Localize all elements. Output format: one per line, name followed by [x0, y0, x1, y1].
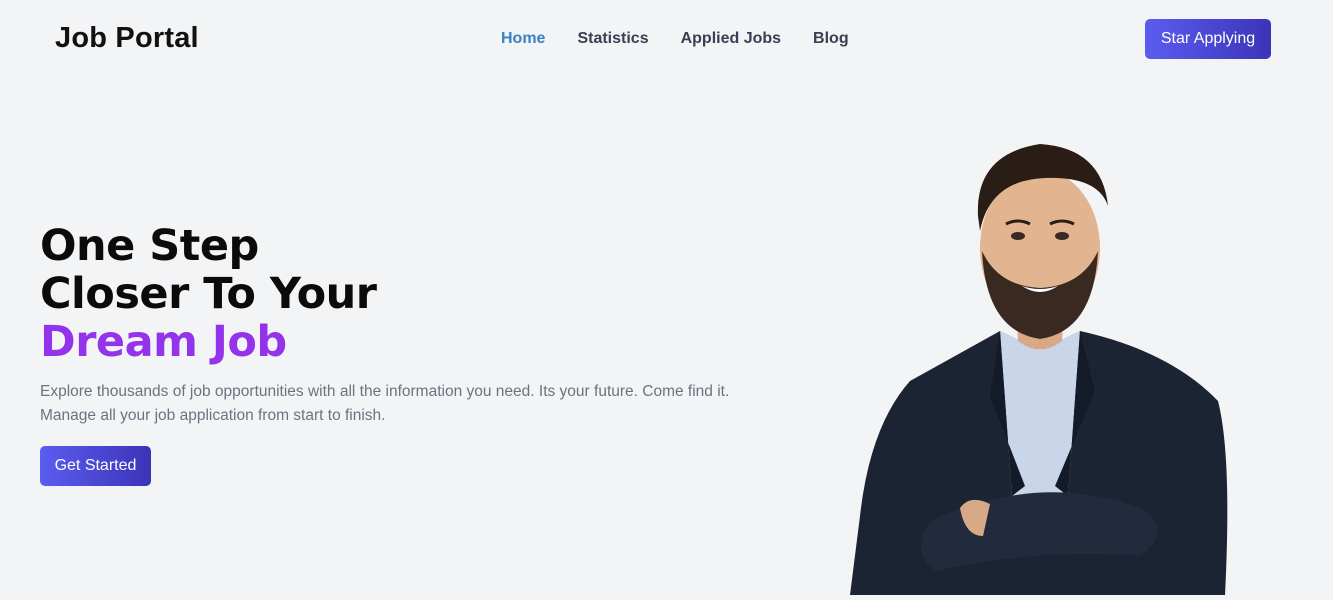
nav-link-statistics[interactable]: Statistics	[577, 30, 648, 48]
site-logo[interactable]: Job Portal	[55, 22, 199, 55]
nav-link-home[interactable]: Home	[501, 30, 545, 48]
hero-title-accent: Dream Job	[40, 317, 287, 367]
hero-section: One Step Closer To Your Dream Job Explor…	[40, 222, 760, 486]
hero-description: Explore thousands of job opportunities w…	[40, 383, 730, 424]
nav-link-blog[interactable]: Blog	[813, 30, 849, 48]
start-applying-button[interactable]: Star Applying	[1145, 19, 1271, 59]
hero-title-line-1: One Step	[40, 221, 259, 271]
get-started-button[interactable]: Get Started	[40, 446, 151, 486]
main-menu: Home Statistics Applied Jobs Blog	[501, 30, 881, 48]
hero-person-photo	[840, 136, 1240, 595]
top-navbar: Job Portal Home Statistics Applied Jobs …	[0, 0, 1333, 80]
hero-title-line-2: Closer To Your	[40, 269, 377, 319]
hero-title: One Step Closer To Your Dream Job	[40, 222, 760, 366]
nav-link-applied-jobs[interactable]: Applied Jobs	[681, 30, 781, 48]
